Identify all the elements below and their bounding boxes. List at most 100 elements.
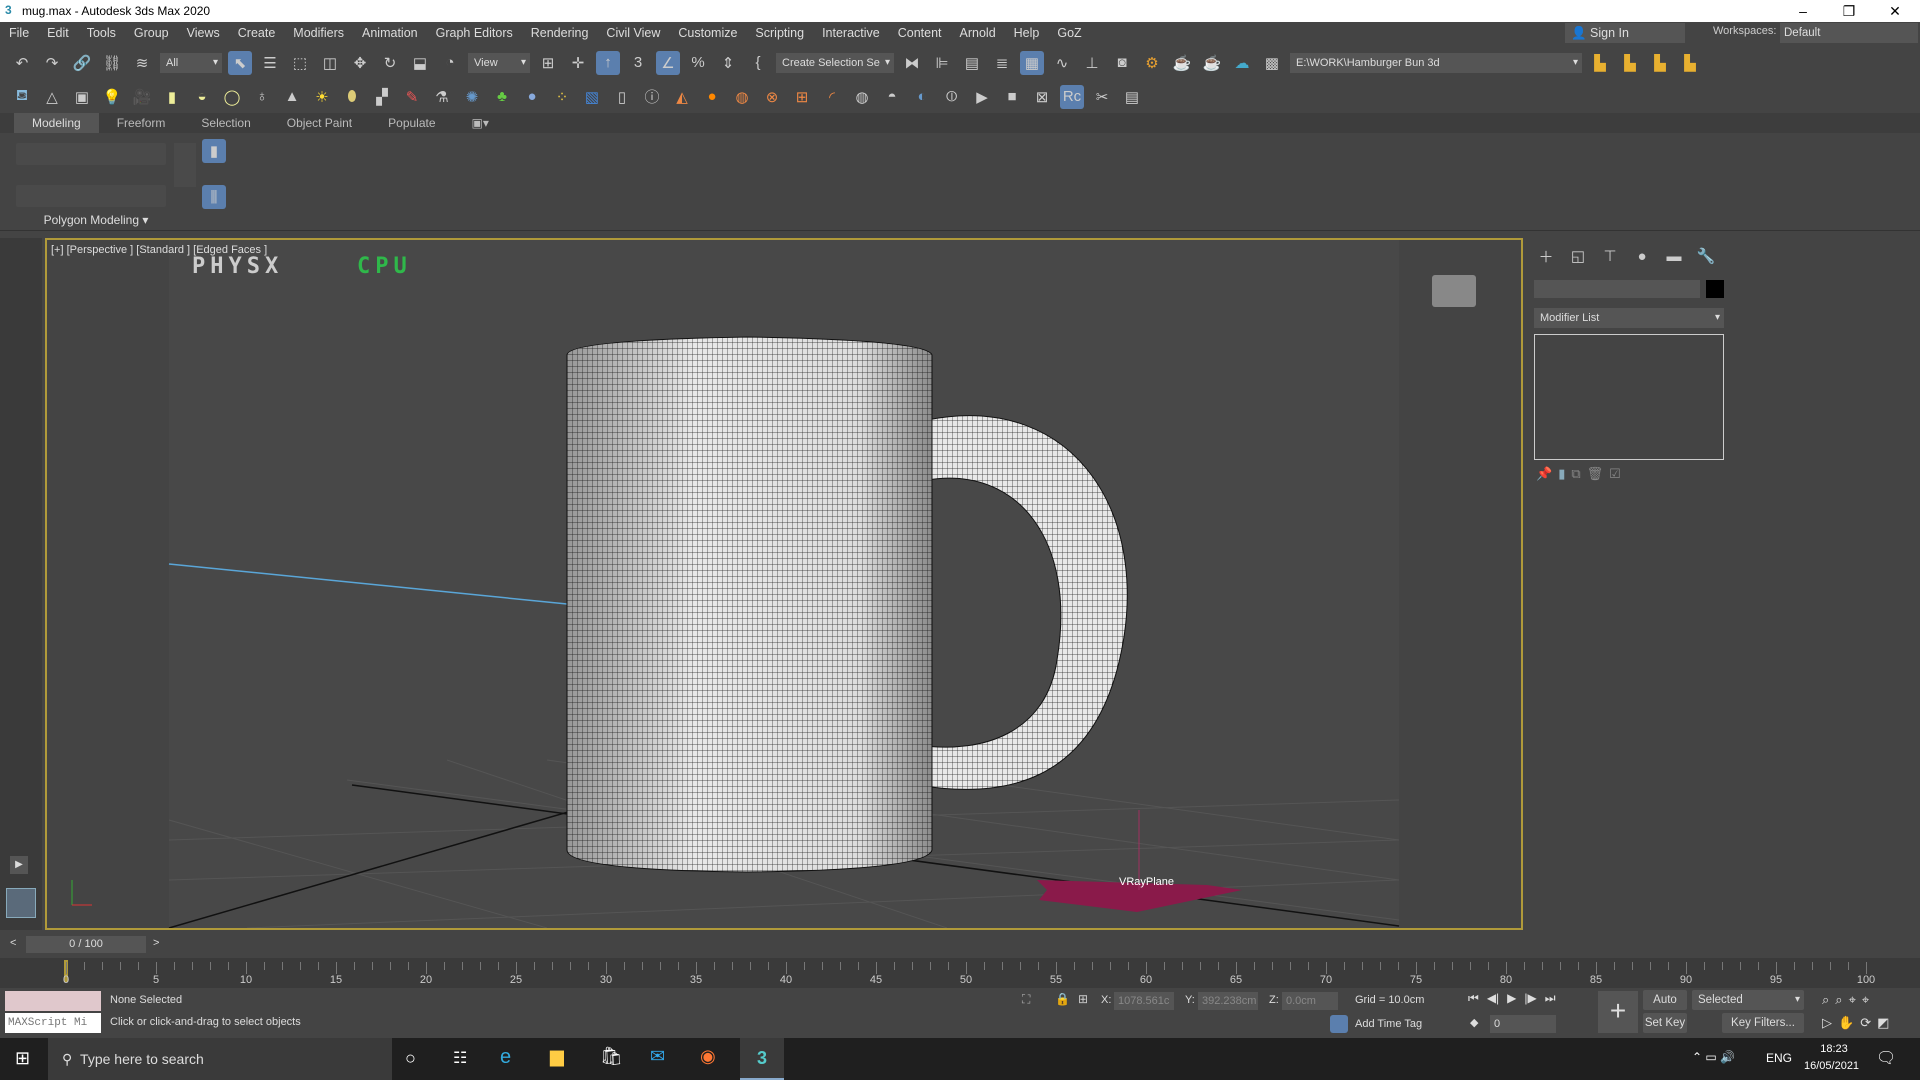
unlink-icon[interactable]: ⛓ xyxy=(100,51,124,75)
viewport-layout-icon[interactable] xyxy=(6,888,36,918)
object-name-field[interactable] xyxy=(1534,280,1700,298)
keyboard-shortcut-icon[interactable]: ↑ xyxy=(596,50,620,75)
object-color-swatch[interactable] xyxy=(1706,280,1724,298)
pan-icon[interactable]: ✋ xyxy=(1838,1015,1854,1031)
notifications-icon[interactable]: 🗨 xyxy=(1876,1048,1896,1068)
key-filters-button[interactable]: Key Filters... xyxy=(1722,1013,1804,1033)
next-frame-icon[interactable]: |▶ xyxy=(1524,991,1536,1006)
make-unique-icon[interactable]: ⧉ xyxy=(1571,466,1580,482)
lines-sphere-icon[interactable]: ⦶ xyxy=(940,85,964,109)
menu-graph-editors[interactable]: Graph Editors xyxy=(427,26,522,40)
clock-time[interactable]: 18:23 xyxy=(1812,1043,1856,1055)
menu-file[interactable]: File xyxy=(0,26,38,40)
camera-icon[interactable]: 🎥 xyxy=(130,85,154,109)
create-tab-icon[interactable]: ＋ xyxy=(1534,244,1558,268)
x-coordinate-field[interactable]: 1078.561c xyxy=(1114,992,1174,1010)
sphere-icon[interactable]: ◯ xyxy=(220,85,244,109)
task-view-icon[interactable]: ☷ xyxy=(453,1048,467,1068)
time-slider[interactable]: < 0 / 100 > xyxy=(0,935,1920,955)
fur-icon[interactable]: ♣ xyxy=(490,85,514,109)
pivot-icon[interactable]: ⊞ xyxy=(536,51,560,75)
orange-sphere-icon[interactable]: ● xyxy=(700,85,724,109)
maxscript-listener-top[interactable] xyxy=(5,991,101,1011)
selection-filter-dropdown[interactable]: All xyxy=(160,52,222,73)
file-explorer-icon[interactable]: ▆ xyxy=(550,1046,564,1067)
menu-content[interactable]: Content xyxy=(889,26,951,40)
sign-in-button[interactable]: 👤 Sign In xyxy=(1565,23,1685,43)
project-folder-icon[interactable]: ▙ xyxy=(1588,51,1612,75)
flask-icon[interactable]: ⚗ xyxy=(430,85,454,109)
render-cloud-icon[interactable]: ☁ xyxy=(1230,51,1254,75)
menu-tools[interactable]: Tools xyxy=(78,26,125,40)
bottle-icon[interactable]: ▯ xyxy=(610,85,634,109)
3dsmax-taskbar-icon[interactable]: 3 xyxy=(740,1038,784,1080)
windows-start-icon[interactable]: ⊞ xyxy=(15,1048,30,1069)
cortana-icon[interactable]: ○ xyxy=(405,1048,416,1069)
sun-icon[interactable]: ☀ xyxy=(310,85,334,109)
menu-animation[interactable]: Animation xyxy=(353,26,427,40)
material-editor-icon[interactable]: ◙ xyxy=(1110,51,1134,75)
viewcube[interactable] xyxy=(1432,275,1476,307)
percent-snap-icon[interactable]: % xyxy=(686,51,710,75)
menu-customize[interactable]: Customize xyxy=(669,26,746,40)
key-mode-dropdown[interactable]: Selected xyxy=(1692,990,1804,1010)
project-path-dropdown[interactable]: E:\WORK\Hamburger Bun 3d xyxy=(1290,52,1582,73)
expand-arrow-icon[interactable]: ▶ xyxy=(10,856,28,874)
grid-icon[interactable]: ⊞ xyxy=(790,85,814,109)
add-time-tag-button[interactable]: Add Time Tag xyxy=(1355,1018,1422,1030)
menu-civil-view[interactable]: Civil View xyxy=(597,26,669,40)
ball-icon[interactable]: ● xyxy=(520,85,544,109)
render-icon[interactable]: ☕ xyxy=(1200,51,1224,75)
move-icon[interactable]: ✥ xyxy=(348,51,372,75)
auto-key-button[interactable]: Auto Key xyxy=(1643,990,1687,1026)
spinner-snap-icon[interactable]: ⇕ xyxy=(716,51,740,75)
undo-icon[interactable]: ↶ xyxy=(10,51,34,75)
list-icon[interactable]: ▤ xyxy=(1120,85,1144,109)
tab-selection[interactable]: Selection xyxy=(183,113,268,133)
perspective-viewport[interactable]: VRayPlane [+] [Perspective ] [Standard ]… xyxy=(45,238,1523,930)
project-settings-icon[interactable]: ▙ xyxy=(1678,51,1702,75)
edge-icon[interactable]: e xyxy=(500,1046,511,1069)
tab-object-paint[interactable]: Object Paint xyxy=(269,113,370,133)
blue-half-icon[interactable]: ◐ xyxy=(910,85,934,109)
rect-selection-icon[interactable]: ⬚ xyxy=(288,51,312,75)
help-icon[interactable]: ⓘ xyxy=(640,85,664,109)
snaps-toggle-icon[interactable]: 3 xyxy=(626,51,650,75)
project-new-icon[interactable]: ▙ xyxy=(1648,51,1672,75)
manipulate-icon[interactable]: ✛ xyxy=(566,51,590,75)
teapot-icon[interactable]: ⛾ xyxy=(10,85,34,109)
render-setup-icon[interactable]: ⚙ xyxy=(1140,51,1164,75)
maxscript-mini-listener[interactable]: MAXScript Mi xyxy=(5,1013,101,1033)
scale-icon[interactable]: ⬓ xyxy=(408,51,432,75)
key-mode-icon[interactable]: ◆ xyxy=(1470,1016,1478,1029)
window-crossing-icon[interactable]: ◫ xyxy=(318,51,342,75)
wire-globe-icon[interactable]: ◍ xyxy=(850,85,874,109)
shape-icon[interactable]: △ xyxy=(40,85,64,109)
select-by-name-icon[interactable]: ☰ xyxy=(258,51,282,75)
menu-modifiers[interactable]: Modifiers xyxy=(284,26,353,40)
angle-snap-icon[interactable]: ∠ xyxy=(656,50,680,75)
curve-editor-icon[interactable]: ∿ xyxy=(1050,51,1074,75)
box-icon[interactable]: ▮ xyxy=(160,85,184,109)
notebook-icon[interactable]: ▣ xyxy=(70,85,94,109)
time-slider-thumb[interactable]: 0 / 100 xyxy=(26,936,146,953)
modifier-list-dropdown[interactable]: Modifier List xyxy=(1534,308,1724,328)
menu-edit[interactable]: Edit xyxy=(38,26,78,40)
zoom-extents-all-icon[interactable]: ⌖ xyxy=(1862,992,1869,1008)
workspaces-dropdown[interactable]: Default xyxy=(1780,23,1918,43)
fov-icon[interactable]: ▷ xyxy=(1822,1015,1832,1031)
show-end-result-icon[interactable]: ▮ xyxy=(1558,466,1565,482)
menu-views[interactable]: Views xyxy=(178,26,229,40)
layer-explorer-icon[interactable]: ≣ xyxy=(990,51,1014,75)
taskbar-search[interactable]: ⚲ Type here to search xyxy=(48,1038,392,1080)
restore-button[interactable]: ❐ xyxy=(1826,0,1872,22)
half-sphere-icon[interactable]: ◓ xyxy=(880,85,904,109)
menu-help[interactable]: Help xyxy=(1005,26,1049,40)
select-object-icon[interactable]: ⬉ xyxy=(228,50,252,75)
z-coordinate-field[interactable]: 0.0cm xyxy=(1282,992,1338,1010)
egg-icon[interactable]: ⬮ xyxy=(340,85,364,109)
track-bar[interactable]: 0 5 10 15 20 25 30 35 40 45 50 55 60 65 70 75 80 85 90 95 10… xyxy=(0,958,1920,988)
gear-blue-icon[interactable]: ✺ xyxy=(460,85,484,109)
reference-coord-dropdown[interactable]: View xyxy=(468,52,530,73)
scene-explorer-icon[interactable]: ▤ xyxy=(960,51,984,75)
